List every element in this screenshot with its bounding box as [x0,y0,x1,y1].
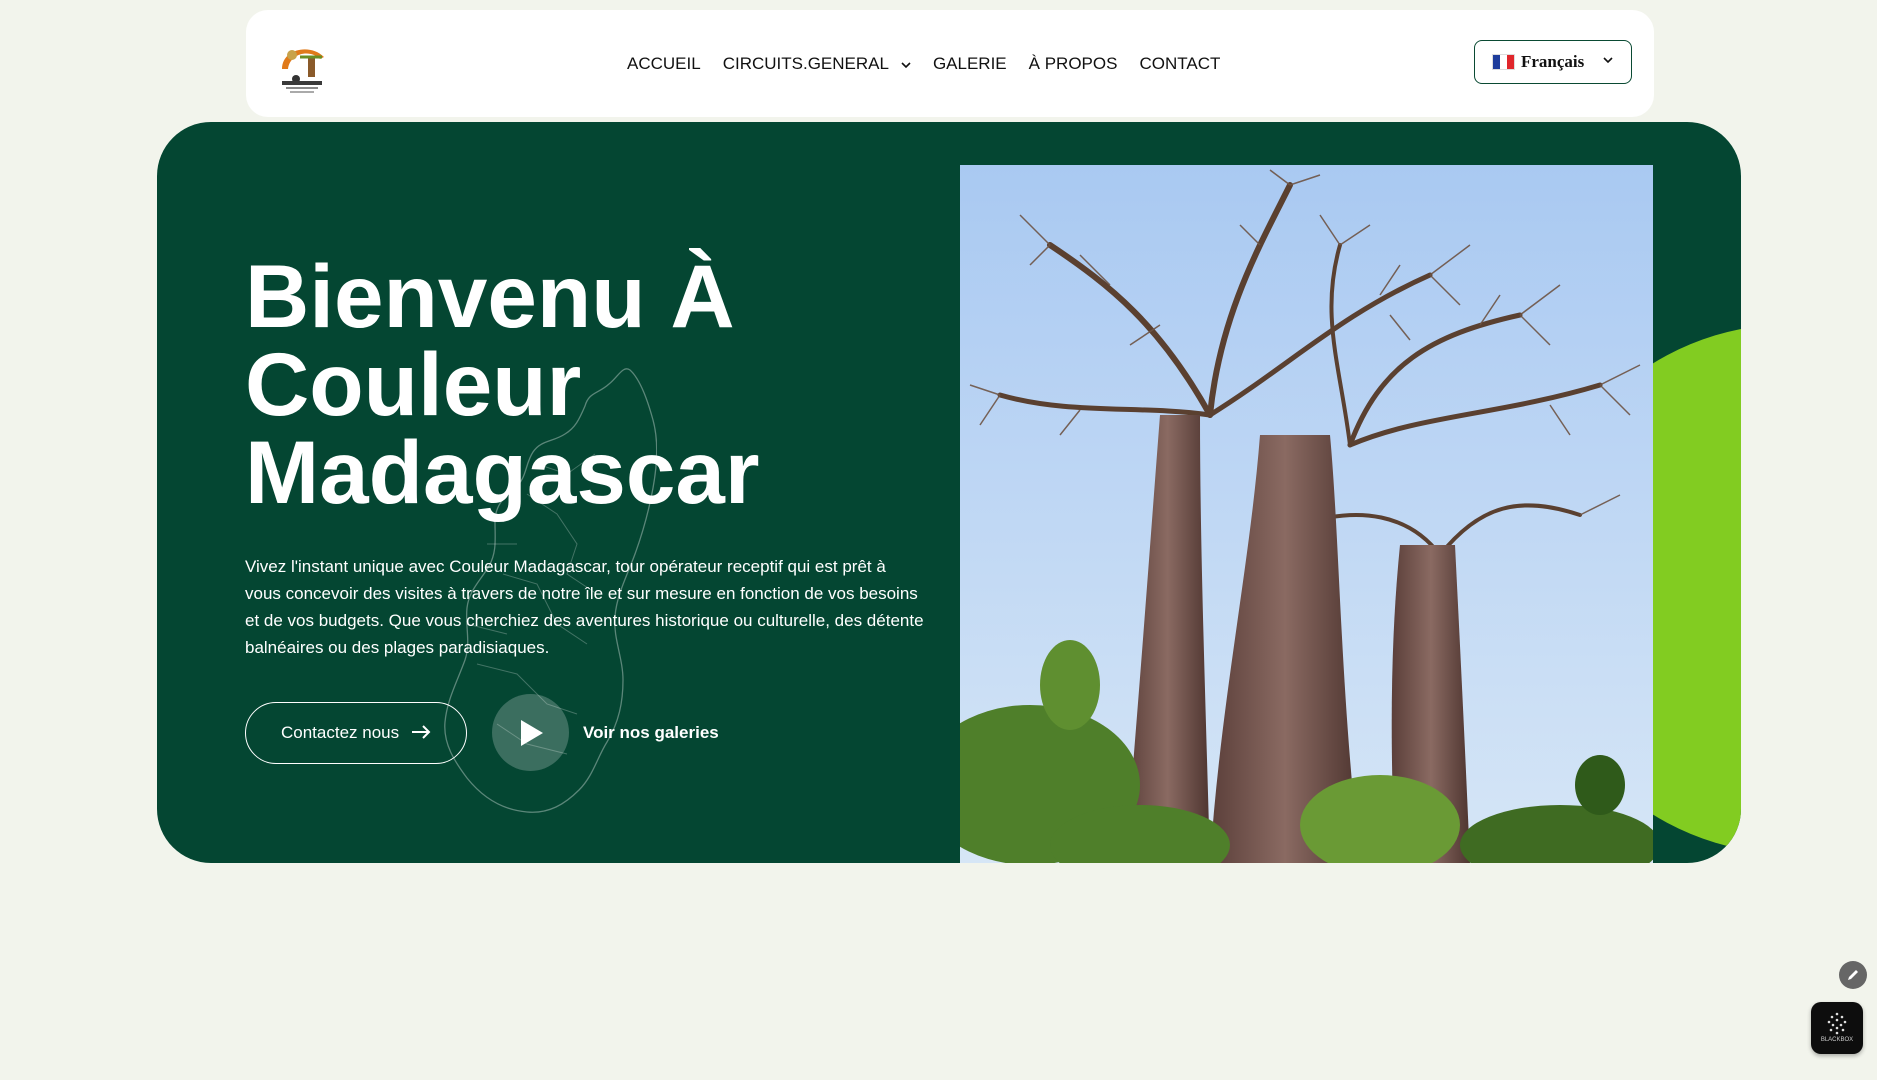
navbar: ACCUEIL CIRCUITS.GENERAL GALERIE À PROPO… [246,10,1654,117]
hero-description: Vivez l'instant unique avec Couleur Mada… [245,557,924,657]
site-logo[interactable] [270,35,332,97]
nav-label: À PROPOS [1028,53,1118,73]
language-label: Français [1521,52,1585,71]
hero-title: Bienvenu À Couleur Madagascar [245,246,760,522]
nav-label: CIRCUITS.GENERAL [722,53,889,73]
blackbox-label: BLACKBOX [1820,1037,1854,1043]
contact-button[interactable]: Contactez nous [245,702,467,764]
chevron-down-icon [901,58,911,72]
nav-galerie[interactable]: GALERIE [933,54,1007,74]
nav-accueil[interactable]: ACCUEIL [627,54,701,74]
language-selector[interactable]: Français [1474,40,1632,84]
pencil-icon [1848,970,1858,980]
gallery-link[interactable]: Voir nos galeries [583,723,719,743]
logo-icon [282,49,324,93]
nav-label: ACCUEIL [627,53,701,73]
main-nav: ACCUEIL CIRCUITS.GENERAL GALERIE À PROPO… [627,10,1220,117]
nav-circuits-general[interactable]: CIRCUITS.GENERAL [723,54,911,74]
baobab-trees-photo [960,165,1653,863]
nav-a-propos[interactable]: À PROPOS [1029,54,1118,74]
play-video-button[interactable] [492,694,569,771]
arrow-right-icon [411,722,431,745]
chevron-down-icon [1603,53,1613,68]
contact-button-label: Contactez nous [281,723,400,742]
blackbox-icon [1827,1012,1847,1035]
edit-pencil-button[interactable] [1839,961,1867,989]
nav-label: GALERIE [932,53,1007,73]
nav-contact[interactable]: CONTACT [1139,54,1220,74]
blackbox-widget[interactable]: BLACKBOX [1811,1002,1863,1054]
play-icon [520,719,543,746]
french-flag-icon [1492,54,1515,70]
hero-image [960,165,1653,863]
hero-section: Bienvenu À Couleur Madagascar Vivez l'in… [157,122,1741,863]
nav-label: CONTACT [1139,53,1221,73]
